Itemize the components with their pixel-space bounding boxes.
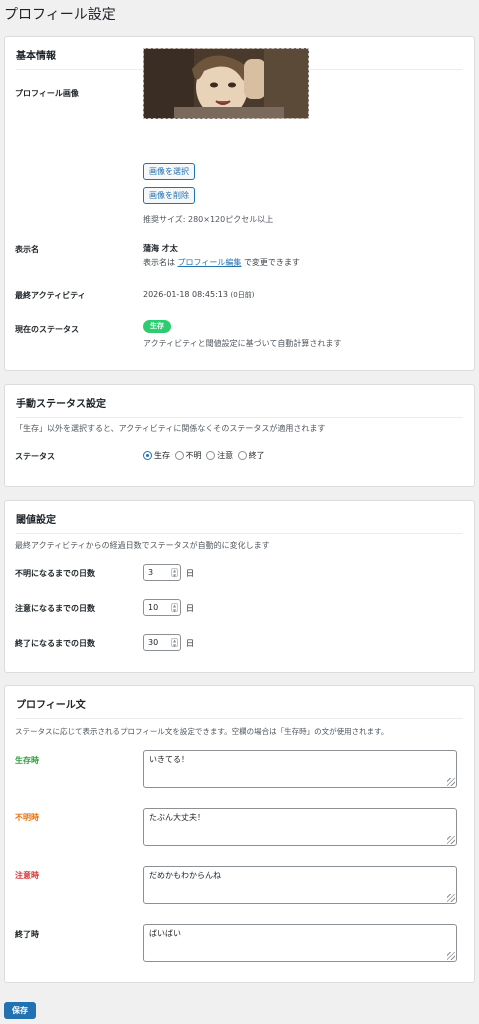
unknown-days-value: 3 [148,568,154,577]
unknown-text-value: たぶん大丈夫！ [149,813,205,822]
current-status-label: 現在のステータス [15,325,79,334]
caution-text-label: 注意時 [15,871,39,880]
radio-icon[interactable] [237,451,247,460]
radio-icon[interactable] [206,451,216,460]
status-option-label: 不明 [185,451,202,460]
ended-days-label: 終了になるまでの日数 [15,639,95,648]
resize-grip-icon[interactable] [447,952,455,960]
ended-days-value: 30 [148,638,159,647]
alive-text-label: 生存時 [15,756,39,765]
last-activity-value: 2026-01-18 08:45:13 [143,290,228,299]
select-image-button[interactable]: 画像を選択 [143,163,195,180]
remove-image-button[interactable]: 画像を削除 [143,187,195,204]
unknown-days-input[interactable]: 3 ▲ ▼ [143,564,181,581]
display-name-help: 表示名は プロフィール編集 で変更できます [143,257,300,268]
last-activity-ago: (0日前) [230,291,255,299]
status-option-ended[interactable]: 終了 [237,450,265,461]
resize-grip-icon[interactable] [447,778,455,786]
status-label: ステータス [15,452,55,461]
spinner-arrows-icon[interactable]: ▲ ▼ [171,568,178,577]
caution-days-input[interactable]: 10 ▲ ▼ [143,599,181,616]
status-option-caution[interactable]: 注意 [206,450,233,461]
profile-text-description: ステータスに応じて表示されるプロフィール文を設定できます。空欄の場合は「生存時」… [15,727,389,736]
display-name-help-prefix: 表示名は [143,258,175,267]
ended-text-label: 終了時 [15,930,39,939]
caution-days-unit: 日 [186,604,194,613]
alive-text-value: いきてる！ [149,755,189,764]
save-button[interactable]: 保存 [4,1002,36,1019]
last-activity-label: 最終アクティビティ [15,291,86,300]
caution-days-value: 10 [148,603,159,612]
threshold-description: 最終アクティビティからの経過日数でステータスが自動的に変化します [15,541,270,550]
threshold-title: 閾値設定 [16,511,463,534]
last-activity-value-wrap: 2026-01-18 08:45:13 (0日前) [143,290,254,300]
status-option-label: 終了 [248,451,265,460]
page-title: プロフィール設定 [4,7,116,23]
status-option-label: 注意 [217,451,234,460]
profile-text-title: プロフィール文 [16,696,463,719]
ended-text-value: ばいばい [149,929,181,938]
display-name-value: 蒲海 才太 [143,244,178,253]
recommended-size-text: 推奨サイズ: 280×120ピクセル以上 [143,215,274,224]
display-name-help-suffix: で変更できます [243,258,300,267]
manual-status-card: 手動ステータス設定 [4,384,475,487]
profile-image-label: プロフィール画像 [15,89,79,98]
caution-days-label: 注意になるまでの日数 [15,604,95,613]
status-badge: 生存 [143,320,171,333]
unknown-text-label: 不明時 [15,813,39,822]
profile-edit-link[interactable]: プロフィール編集 [178,258,242,267]
resize-grip-icon[interactable] [447,836,455,844]
current-status-help: アクティビティと閾値設定に基づいて自動計算されます [143,339,342,348]
display-name-label: 表示名 [15,245,39,254]
unknown-text-textarea[interactable]: たぶん大丈夫！ [143,808,457,846]
profile-image-picture [144,49,308,118]
status-option-alive[interactable]: 生存 [143,450,170,461]
radio-icon[interactable] [174,451,184,460]
status-radio-group: 生存 不明 注意 終了 [143,450,267,462]
spinner-arrows-icon[interactable]: ▲ ▼ [171,638,178,647]
status-option-unknown[interactable]: 不明 [174,450,202,461]
radio-checked-icon[interactable] [143,451,152,460]
unknown-days-label: 不明になるまでの日数 [15,569,95,578]
spinner-arrows-icon[interactable]: ▲ ▼ [171,603,178,612]
ended-text-textarea[interactable]: ばいばい [143,924,457,962]
resize-grip-icon[interactable] [447,894,455,902]
caution-text-value: だめかもわからんね [149,871,221,880]
status-option-label: 生存 [154,451,170,460]
alive-text-textarea[interactable]: いきてる！ [143,750,457,788]
manual-status-description: 「生存」以外を選択すると、アクティビティに関係なくそのステータスが適用されます [15,424,326,433]
unknown-days-unit: 日 [186,569,194,578]
caution-text-textarea[interactable]: だめかもわからんね [143,866,457,904]
ended-days-input[interactable]: 30 ▲ ▼ [143,634,181,651]
profile-image-preview [143,48,309,119]
ended-days-unit: 日 [186,639,194,648]
manual-status-title: 手動ステータス設定 [16,395,463,418]
